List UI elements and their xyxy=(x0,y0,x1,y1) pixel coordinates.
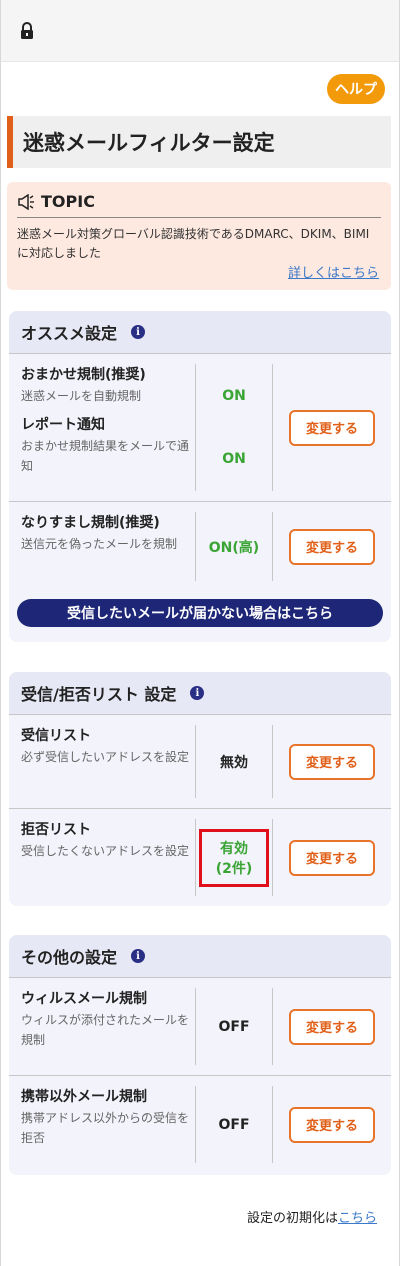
virus-description: ウィルスメール規制 ウィルスが添付されたメールを規制 xyxy=(9,978,195,1075)
reject-list-highlight: 有効 (2件) xyxy=(199,828,269,887)
lists-settings-title: 受信/拒否リスト 設定 xyxy=(21,685,177,704)
reject-list-value: 有効 xyxy=(220,840,248,857)
spoof-change-button[interactable]: 変更する xyxy=(289,528,375,565)
omakase-change-button[interactable]: 変更する xyxy=(289,409,375,446)
other-settings-card: その他の設定 i ウィルスメール規制 ウィルスが添付されたメールを規制 OFF … xyxy=(9,935,391,1175)
virus-value: OFF xyxy=(195,988,273,1065)
virus-button-cell: 変更する xyxy=(273,978,391,1075)
topic-details-link[interactable]: 詳しくはこちら xyxy=(288,262,379,281)
accept-list-name: 受信リスト xyxy=(21,728,91,744)
virus-change-button[interactable]: 変更する xyxy=(289,1008,375,1045)
accept-list-desc: 必ず受信したいアドレスを設定 xyxy=(21,750,190,764)
spoof-button-cell: 変更する xyxy=(273,502,391,591)
omakase-button-cell: 変更する xyxy=(273,354,391,501)
reject-list-desc: 受信したくないアドレスを設定 xyxy=(21,844,190,858)
reject-list-change-button[interactable]: 変更する xyxy=(289,839,375,876)
omakase-description: おまかせ規制(推奨) 迷惑メールを自動規制 レポート通知 おまかせ規制結果をメー… xyxy=(9,354,195,501)
accept-list-row: 受信リスト 必ず受信したいアドレスを設定 無効 変更する xyxy=(9,714,391,808)
omakase-desc: 迷惑メールを自動規制 xyxy=(21,389,142,403)
recommended-settings-title: オススメ設定 xyxy=(21,324,118,343)
top-bar xyxy=(1,0,399,62)
reset-label: 設定の初期化は xyxy=(246,1211,338,1226)
nonmobile-button-cell: 変更する xyxy=(273,1076,391,1173)
report-desc: おまかせ規制結果をメールで通知 xyxy=(21,439,190,473)
nonmobile-desc: 携帯アドレス以外からの受信を拒否 xyxy=(21,1111,190,1145)
not-receiving-help-button[interactable]: 受信したいメールが届かない場合はこちら xyxy=(17,599,383,627)
help-button[interactable]: ヘルプ xyxy=(327,74,385,104)
other-settings-header: その他の設定 i xyxy=(9,935,391,977)
megaphone-icon xyxy=(18,193,34,210)
virus-desc: ウィルスが添付されたメールを規制 xyxy=(21,1013,190,1047)
accept-list-value: 無効 xyxy=(195,725,273,798)
topic-box: TOPIC 迷惑メール対策グローバル認識技術であるDMARC、DKIM、BIMI… xyxy=(7,182,391,290)
omakase-value: ON xyxy=(222,387,246,404)
reset-link[interactable]: こちら xyxy=(338,1211,377,1226)
omakase-row: おまかせ規制(推奨) 迷惑メールを自動規制 レポート通知 おまかせ規制結果をメー… xyxy=(9,353,391,501)
lists-settings-card: 受信/拒否リスト 設定 i 受信リスト 必ず受信したいアドレスを設定 無効 変更… xyxy=(9,672,391,906)
lock-icon xyxy=(21,22,33,39)
omakase-values: ON ON xyxy=(195,364,273,491)
spoof-row: なりすまし規制(推奨) 送信元を偽ったメールを規制 ON(高) 変更する xyxy=(9,501,391,591)
footer-reset: 設定の初期化はこちら xyxy=(247,1207,377,1226)
help-row: ヘルプ xyxy=(1,62,399,110)
other-settings-title: その他の設定 xyxy=(21,948,118,967)
nonmobile-value: OFF xyxy=(195,1086,273,1163)
lists-settings-header: 受信/拒否リスト 設定 i xyxy=(9,672,391,714)
nonmobile-row: 携帯以外メール規制 携帯アドレス以外からの受信を拒否 OFF 変更する xyxy=(9,1075,391,1173)
reject-list-button-cell: 変更する xyxy=(273,809,391,906)
report-value: ON xyxy=(222,451,246,468)
nonmobile-name: 携帯以外メール規制 xyxy=(21,1089,147,1105)
nonmobile-description: 携帯以外メール規制 携帯アドレス以外からの受信を拒否 xyxy=(9,1076,195,1173)
reject-list-value-cell: 有効 (2件) xyxy=(195,819,273,896)
spoof-description: なりすまし規制(推奨) 送信元を偽ったメールを規制 xyxy=(9,502,195,591)
accept-list-change-button[interactable]: 変更する xyxy=(289,743,375,780)
recommended-settings-card: オススメ設定 i おまかせ規制(推奨) 迷惑メールを自動規制 レポート通知 おま… xyxy=(9,311,391,642)
spoof-desc: 送信元を偽ったメールを規制 xyxy=(21,537,178,551)
reject-list-row: 拒否リスト 受信したくないアドレスを設定 有効 (2件) 変更する xyxy=(9,808,391,906)
info-icon[interactable]: i xyxy=(131,949,146,963)
virus-name: ウィルスメール規制 xyxy=(21,991,147,1007)
topic-heading-label: TOPIC xyxy=(41,192,95,211)
nonmobile-change-button[interactable]: 変更する xyxy=(289,1106,375,1143)
accept-list-description: 受信リスト 必ず受信したいアドレスを設定 xyxy=(9,715,195,808)
topic-heading: TOPIC xyxy=(17,192,381,218)
spoof-name: なりすまし規制(推奨) xyxy=(21,515,160,531)
omakase-name: おまかせ規制(推奨) xyxy=(21,367,146,383)
page-title: 迷惑メールフィルター設定 xyxy=(7,116,391,168)
accept-list-button-cell: 変更する xyxy=(273,715,391,808)
spoof-value: ON(高) xyxy=(195,512,273,581)
virus-row: ウィルスメール規制 ウィルスが添付されたメールを規制 OFF 変更する xyxy=(9,977,391,1075)
report-name: レポート通知 xyxy=(21,417,105,433)
info-icon[interactable]: i xyxy=(190,686,205,700)
reject-list-description: 拒否リスト 受信したくないアドレスを設定 xyxy=(9,809,195,906)
reject-list-count: (2件) xyxy=(215,860,253,877)
reject-list-name: 拒否リスト xyxy=(21,822,91,838)
info-icon[interactable]: i xyxy=(131,325,146,339)
topic-text: 迷惑メール対策グローバル認識技術であるDMARC、DKIM、BIMIに対応しまし… xyxy=(17,227,370,260)
recommended-settings-header: オススメ設定 i xyxy=(9,311,391,353)
